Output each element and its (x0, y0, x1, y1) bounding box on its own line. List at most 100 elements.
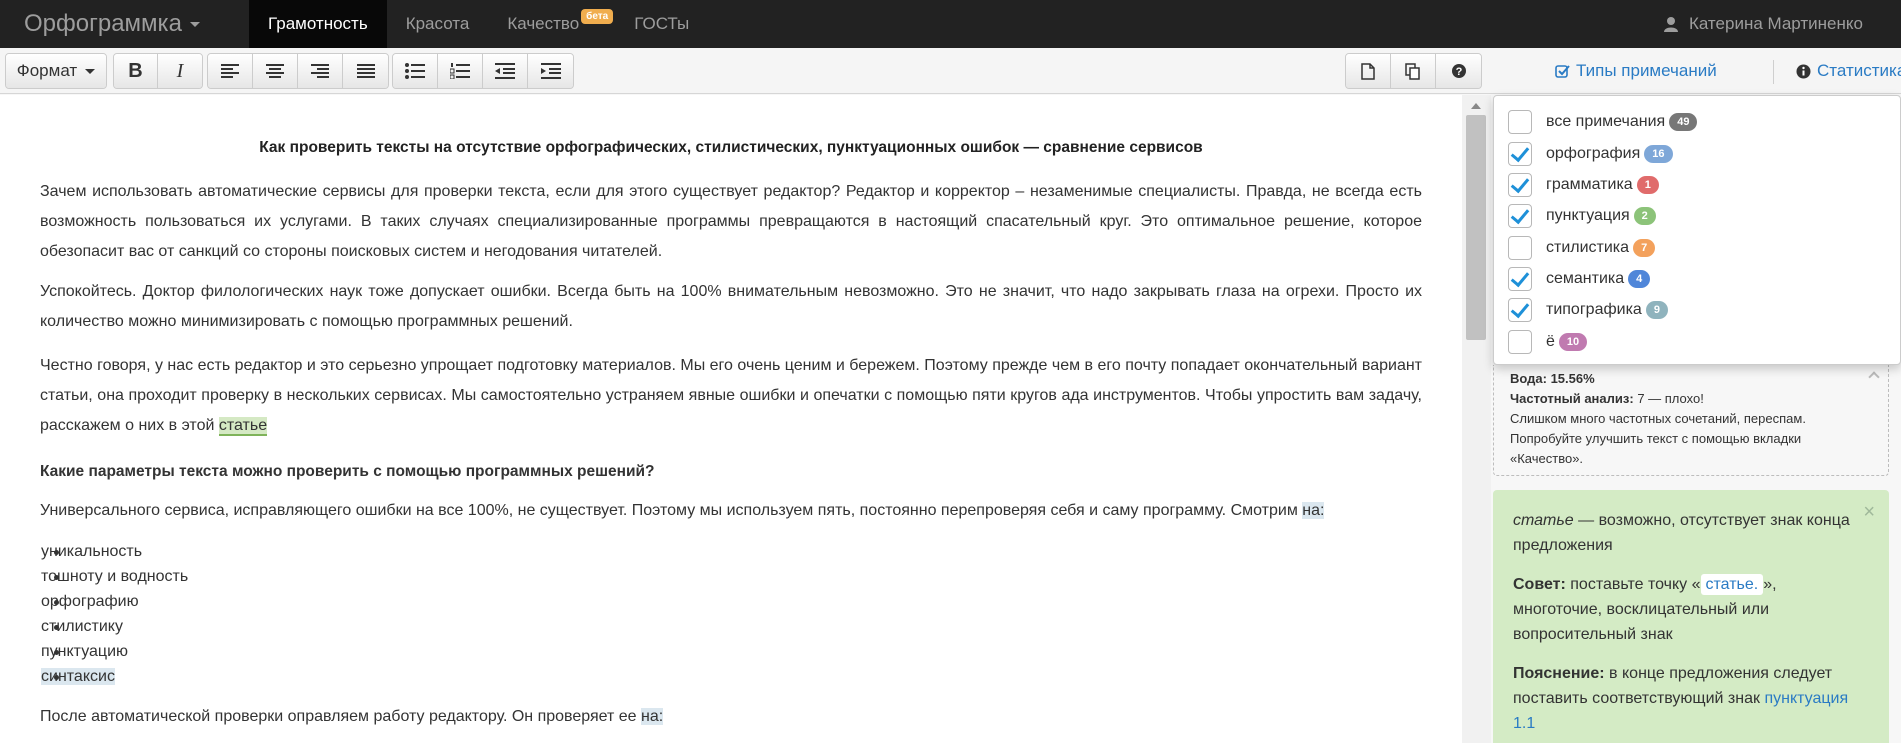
scroll-up-arrow-icon[interactable] (1471, 103, 1481, 109)
numbered-list-button[interactable] (438, 54, 483, 88)
note-type-checkbox[interactable] (1508, 173, 1532, 197)
brand-menu[interactable]: Орфограммка (24, 10, 249, 38)
note-type-all[interactable]: все примечания 49 (1508, 109, 1698, 135)
count-badge: 9 (1645, 301, 1668, 319)
note-type-spelling[interactable]: орфография 16 (1508, 141, 1673, 167)
nav-tab-label: ГОСТы (634, 14, 690, 33)
note-type-checkbox[interactable] (1508, 236, 1532, 260)
nav-tab-label: Красота (405, 14, 470, 33)
paragraph-4: Универсального сервиса, исправляющего ош… (40, 496, 1422, 526)
bold-button[interactable]: B (114, 54, 158, 88)
note-type-stylistics[interactable]: стилистика 7 (1508, 235, 1656, 261)
list-item: орфографию (41, 591, 139, 613)
toolbar-divider (1773, 60, 1774, 84)
scroll-thumb[interactable] (1466, 115, 1486, 340)
chevron-down-icon (85, 68, 96, 74)
chevron-down-icon (189, 21, 200, 27)
count-badge: 16 (1644, 145, 1673, 163)
note-type-label: типографика (1546, 301, 1642, 318)
info-circle-icon (1796, 64, 1811, 78)
note-type-checkbox[interactable] (1508, 204, 1532, 228)
bullet-list-button[interactable] (393, 54, 438, 88)
text-style-group: B I (113, 53, 203, 89)
beta-badge: бета (581, 9, 614, 24)
note-type-checkbox[interactable] (1508, 298, 1532, 322)
tip-label: Совет: (1513, 576, 1566, 593)
note-type-label: грамматика (1546, 176, 1633, 193)
note-type-checkbox[interactable] (1508, 110, 1532, 134)
count-badge: 10 (1558, 333, 1588, 351)
list-group (392, 53, 574, 89)
top-navbar: Орфограммка Грамотность Красота Качество… (0, 0, 1901, 48)
check-square-icon (1555, 64, 1570, 78)
note-type-label: пунктуация (1546, 207, 1630, 224)
nav-tab-gosts[interactable]: ГОСТы (615, 0, 708, 48)
statistics-toggle[interactable]: Статистика (1796, 48, 1901, 94)
bullet-dot (54, 550, 59, 555)
nav-tab-literacy[interactable]: Грамотность (249, 0, 387, 48)
list-item: синтаксис (41, 666, 115, 688)
explanation-label: Пояснение: (1513, 665, 1605, 682)
flagged-word-typography[interactable]: на: (1302, 502, 1325, 519)
help-button[interactable]: ? (1436, 54, 1481, 88)
new-document-button[interactable] (1346, 54, 1391, 88)
bullet-dot (54, 675, 59, 680)
paragraph-4-text: Универсального сервиса, исправляющего ош… (40, 502, 1298, 519)
flagged-word-punctuation[interactable]: статье (218, 417, 268, 436)
copy-document-button[interactable] (1391, 54, 1436, 88)
align-right-button[interactable] (298, 54, 343, 88)
align-center-icon (266, 64, 284, 78)
list-item: стилистику (41, 616, 123, 638)
note-type-checkbox[interactable] (1508, 330, 1532, 354)
editor-toolbar: Формат B I ? Типы примечаний Статистика (0, 48, 1901, 94)
note-type-grammar[interactable]: грамматика 1 (1508, 172, 1659, 198)
outdent-button[interactable] (483, 54, 528, 88)
note-type-semantics[interactable]: семантика 4 (1508, 266, 1651, 292)
error-word: статье (1513, 512, 1574, 529)
align-center-button[interactable] (253, 54, 298, 88)
tip-text-pre: поставьте точку « (1570, 576, 1701, 593)
note-type-label: семантика (1546, 270, 1625, 287)
statistics-label: Статистика (1817, 61, 1901, 80)
nav-tab-beauty[interactable]: Красота (387, 0, 489, 48)
list-item: тошноту и водность (41, 566, 188, 588)
paragraph-3: Честно говоря, у нас есть редактор и это… (40, 351, 1422, 441)
indent-icon (540, 63, 561, 79)
align-left-button[interactable] (208, 54, 253, 88)
note-type-checkbox[interactable] (1508, 267, 1532, 291)
note-type-label: стилистика (1546, 239, 1630, 256)
note-types-toggle[interactable]: Типы примечаний (1555, 48, 1717, 94)
list-item-text: синтаксис (41, 668, 115, 685)
note-type-checkbox[interactable] (1508, 142, 1532, 166)
align-justify-button[interactable] (343, 54, 388, 88)
bullet-list-icon (405, 63, 425, 79)
count-badge: 2 (1633, 207, 1656, 225)
frequency-label: Частотный анализ: (1510, 391, 1634, 406)
suggestion-button[interactable]: статье. (1700, 574, 1764, 595)
note-type-typography[interactable]: типографика 9 (1508, 297, 1668, 323)
editor-scrollbar[interactable] (1462, 95, 1491, 743)
numbered-list-icon (450, 63, 470, 79)
flagged-word-typography[interactable]: на: (641, 708, 664, 725)
note-type-yo[interactable]: ё 10 (1508, 329, 1588, 355)
note-type-punctuation[interactable]: пунктуация 2 (1508, 203, 1656, 229)
user-name: Катерина Мартиненко (1688, 14, 1863, 33)
user-menu[interactable]: Катерина Мартиненко (1663, 0, 1863, 48)
count-badge: 1 (1636, 176, 1659, 194)
close-icon[interactable]: × (1863, 500, 1875, 525)
italic-button[interactable]: I (158, 54, 202, 88)
bullet-dot (54, 650, 59, 655)
copy-icon (1405, 62, 1420, 80)
bullet-dot (54, 575, 59, 580)
nav-tab-quality[interactable]: Качество бета (488, 0, 615, 48)
text-editor[interactable]: Как проверить тексты на отсутствие орфог… (0, 95, 1462, 743)
paragraph-5-text: После автоматической проверки оправляем … (40, 708, 637, 725)
paragraph-1: Зачем использовать автоматические сервис… (40, 183, 1422, 260)
frequency-value: 7 — плохо! (1637, 391, 1704, 406)
document-group: ? (1345, 53, 1482, 89)
indent-button[interactable] (528, 54, 573, 88)
question-circle-icon: ? (1451, 64, 1466, 78)
format-dropdown[interactable]: Формат (6, 54, 106, 88)
align-group (207, 53, 389, 89)
list-item-text: тошноту и водность (41, 568, 189, 585)
